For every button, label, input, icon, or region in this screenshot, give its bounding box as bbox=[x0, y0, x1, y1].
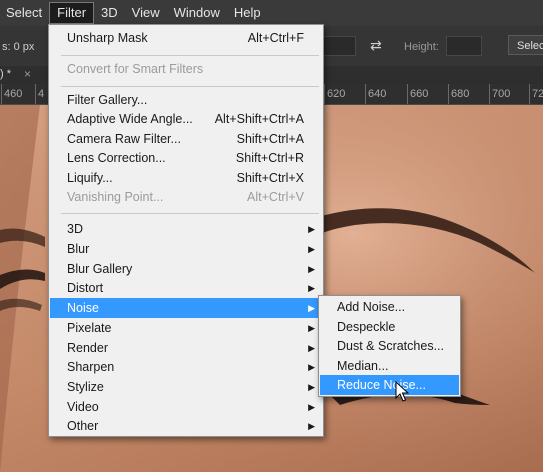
submenu-item-dust-scratches[interactable]: Dust & Scratches... bbox=[320, 336, 459, 356]
menu-item-pixelate[interactable]: Pixelate ▶ bbox=[50, 318, 322, 338]
menu-3d[interactable]: 3D bbox=[94, 2, 125, 24]
menu-item-render[interactable]: Render ▶ bbox=[50, 338, 322, 358]
height-field[interactable] bbox=[446, 36, 482, 56]
width-field[interactable] bbox=[322, 36, 356, 56]
menu-item-blur-gallery[interactable]: Blur Gallery ▶ bbox=[50, 259, 322, 279]
ruler-tick: 72 bbox=[528, 84, 543, 104]
menu-window[interactable]: Window bbox=[167, 2, 227, 24]
submenu-item-median[interactable]: Median... bbox=[320, 356, 459, 376]
menu-view[interactable]: View bbox=[125, 2, 167, 24]
menu-item-label: Camera Raw Filter... bbox=[67, 132, 181, 146]
menu-separator bbox=[61, 55, 319, 56]
menu-item-label: Adaptive Wide Angle... bbox=[67, 112, 193, 126]
menu-item-label: Render bbox=[67, 341, 108, 355]
menu-item-label: Blur Gallery bbox=[67, 262, 133, 276]
menu-item-vanishing-point: Vanishing Point... Alt+Ctrl+V bbox=[50, 187, 322, 207]
shortcut-label: Shift+Ctrl+A bbox=[236, 132, 304, 146]
menu-item-blur[interactable]: Blur ▶ bbox=[50, 239, 322, 259]
ruler-tick: 4 bbox=[34, 84, 45, 104]
menu-item-label: Convert for Smart Filters bbox=[67, 62, 204, 76]
menu-item-distort[interactable]: Distort ▶ bbox=[50, 278, 322, 298]
shortcut-label: Alt+Shift+Ctrl+A bbox=[214, 112, 304, 126]
ruler-tick: 620 bbox=[323, 84, 346, 104]
menu-item-unsharp-mask[interactable]: Unsharp Mask Alt+Ctrl+F bbox=[50, 28, 322, 48]
menu-item-label: Despeckle bbox=[337, 320, 396, 334]
menu-item-label: Sharpen bbox=[67, 360, 115, 374]
document-tab[interactable]: ) * bbox=[0, 68, 11, 80]
shortcut-label: Alt+Ctrl+V bbox=[247, 190, 304, 204]
submenu-item-reduce-noise[interactable]: Reduce Noise... bbox=[320, 375, 459, 395]
menu-item-label: Liquify... bbox=[67, 171, 113, 185]
menu-item-label: Vanishing Point... bbox=[67, 190, 164, 204]
menu-item-camera-raw-filter[interactable]: Camera Raw Filter... Shift+Ctrl+A bbox=[50, 129, 322, 149]
shortcut-label: Shift+Ctrl+X bbox=[236, 171, 304, 185]
swap-arrows-icon[interactable]: ⇄ bbox=[370, 37, 382, 54]
submenu-arrow-icon: ▶ bbox=[308, 224, 315, 234]
submenu-arrow-icon: ▶ bbox=[308, 421, 315, 431]
ruler-tick: 640 bbox=[364, 84, 387, 104]
menu-separator bbox=[61, 86, 319, 87]
submenu-arrow-icon: ▶ bbox=[308, 362, 315, 372]
submenu-arrow-icon: ▶ bbox=[308, 283, 315, 293]
submenu-arrow-icon: ▶ bbox=[308, 323, 315, 333]
shortcut-label: Shift+Ctrl+R bbox=[235, 151, 304, 165]
ruler-tick: 680 bbox=[447, 84, 470, 104]
submenu-arrow-icon: ▶ bbox=[308, 402, 315, 412]
menu-item-adaptive-wide-angle[interactable]: Adaptive Wide Angle... Alt+Shift+Ctrl+A bbox=[50, 109, 322, 129]
menu-item-label: Video bbox=[67, 400, 99, 414]
menu-item-label: Lens Correction... bbox=[67, 151, 166, 165]
menu-select[interactable]: Select bbox=[0, 2, 49, 24]
submenu-item-despeckle[interactable]: Despeckle bbox=[320, 317, 459, 337]
menu-item-label: Unsharp Mask bbox=[67, 31, 148, 45]
menu-item-label: Noise bbox=[67, 301, 99, 315]
ruler-tick: 460 bbox=[0, 84, 23, 104]
ruler-tick: 660 bbox=[406, 84, 429, 104]
menu-item-label: Dust & Scratches... bbox=[337, 339, 444, 353]
menu-item-label: Median... bbox=[337, 359, 389, 373]
menu-separator bbox=[61, 213, 319, 214]
menu-help[interactable]: Help bbox=[227, 2, 268, 24]
ruler-tick: 700 bbox=[488, 84, 511, 104]
menu-item-convert-smart-filters: Convert for Smart Filters bbox=[50, 59, 322, 79]
submenu-arrow-icon: ▶ bbox=[308, 343, 315, 353]
menu-item-label: Add Noise... bbox=[337, 300, 406, 314]
submenu-arrow-icon: ▶ bbox=[308, 264, 315, 274]
menu-item-filter-gallery[interactable]: Filter Gallery... bbox=[50, 90, 322, 110]
menu-item-label: Stylize bbox=[67, 380, 104, 394]
menu-item-sharpen[interactable]: Sharpen ▶ bbox=[50, 357, 322, 377]
submenu-item-add-noise[interactable]: Add Noise... bbox=[320, 297, 459, 317]
menu-item-lens-correction[interactable]: Lens Correction... Shift+Ctrl+R bbox=[50, 148, 322, 168]
menu-item-label: Blur bbox=[67, 242, 90, 256]
menu-item-noise[interactable]: Noise ▶ bbox=[50, 298, 322, 318]
menu-item-stylize[interactable]: Stylize ▶ bbox=[50, 377, 322, 397]
menu-item-label: Distort bbox=[67, 281, 104, 295]
menu-filter[interactable]: Filter bbox=[49, 2, 95, 24]
menu-item-label: Filter Gallery... bbox=[67, 93, 148, 107]
feather-label: s: 0 px bbox=[2, 41, 35, 53]
menu-item-video[interactable]: Video ▶ bbox=[50, 397, 322, 417]
submenu-arrow-icon: ▶ bbox=[308, 244, 315, 254]
noise-submenu: Add Noise... Despeckle Dust & Scratches.… bbox=[318, 295, 461, 397]
menu-item-label: 3D bbox=[67, 222, 83, 236]
menu-item-liquify[interactable]: Liquify... Shift+Ctrl+X bbox=[50, 168, 322, 188]
submenu-arrow-icon: ▶ bbox=[308, 382, 315, 392]
height-label: Height: bbox=[404, 41, 439, 53]
menu-item-label: Other bbox=[67, 419, 99, 433]
menu-item-other[interactable]: Other ▶ bbox=[50, 416, 322, 436]
menu-item-3d[interactable]: 3D ▶ bbox=[50, 219, 322, 239]
filter-menu-dropdown: Unsharp Mask Alt+Ctrl+F Convert for Smar… bbox=[48, 24, 324, 437]
menu-bar: Select Filter 3D View Window Help bbox=[0, 0, 543, 26]
select-and-mask-button[interactable]: Select bbox=[508, 35, 543, 55]
close-icon[interactable]: × bbox=[24, 67, 31, 81]
menu-item-label: Reduce Noise... bbox=[337, 378, 426, 392]
mouse-pointer-icon bbox=[395, 381, 409, 402]
menu-item-label: Pixelate bbox=[67, 321, 112, 335]
submenu-arrow-icon: ▶ bbox=[308, 303, 315, 313]
shortcut-label: Alt+Ctrl+F bbox=[247, 31, 304, 45]
